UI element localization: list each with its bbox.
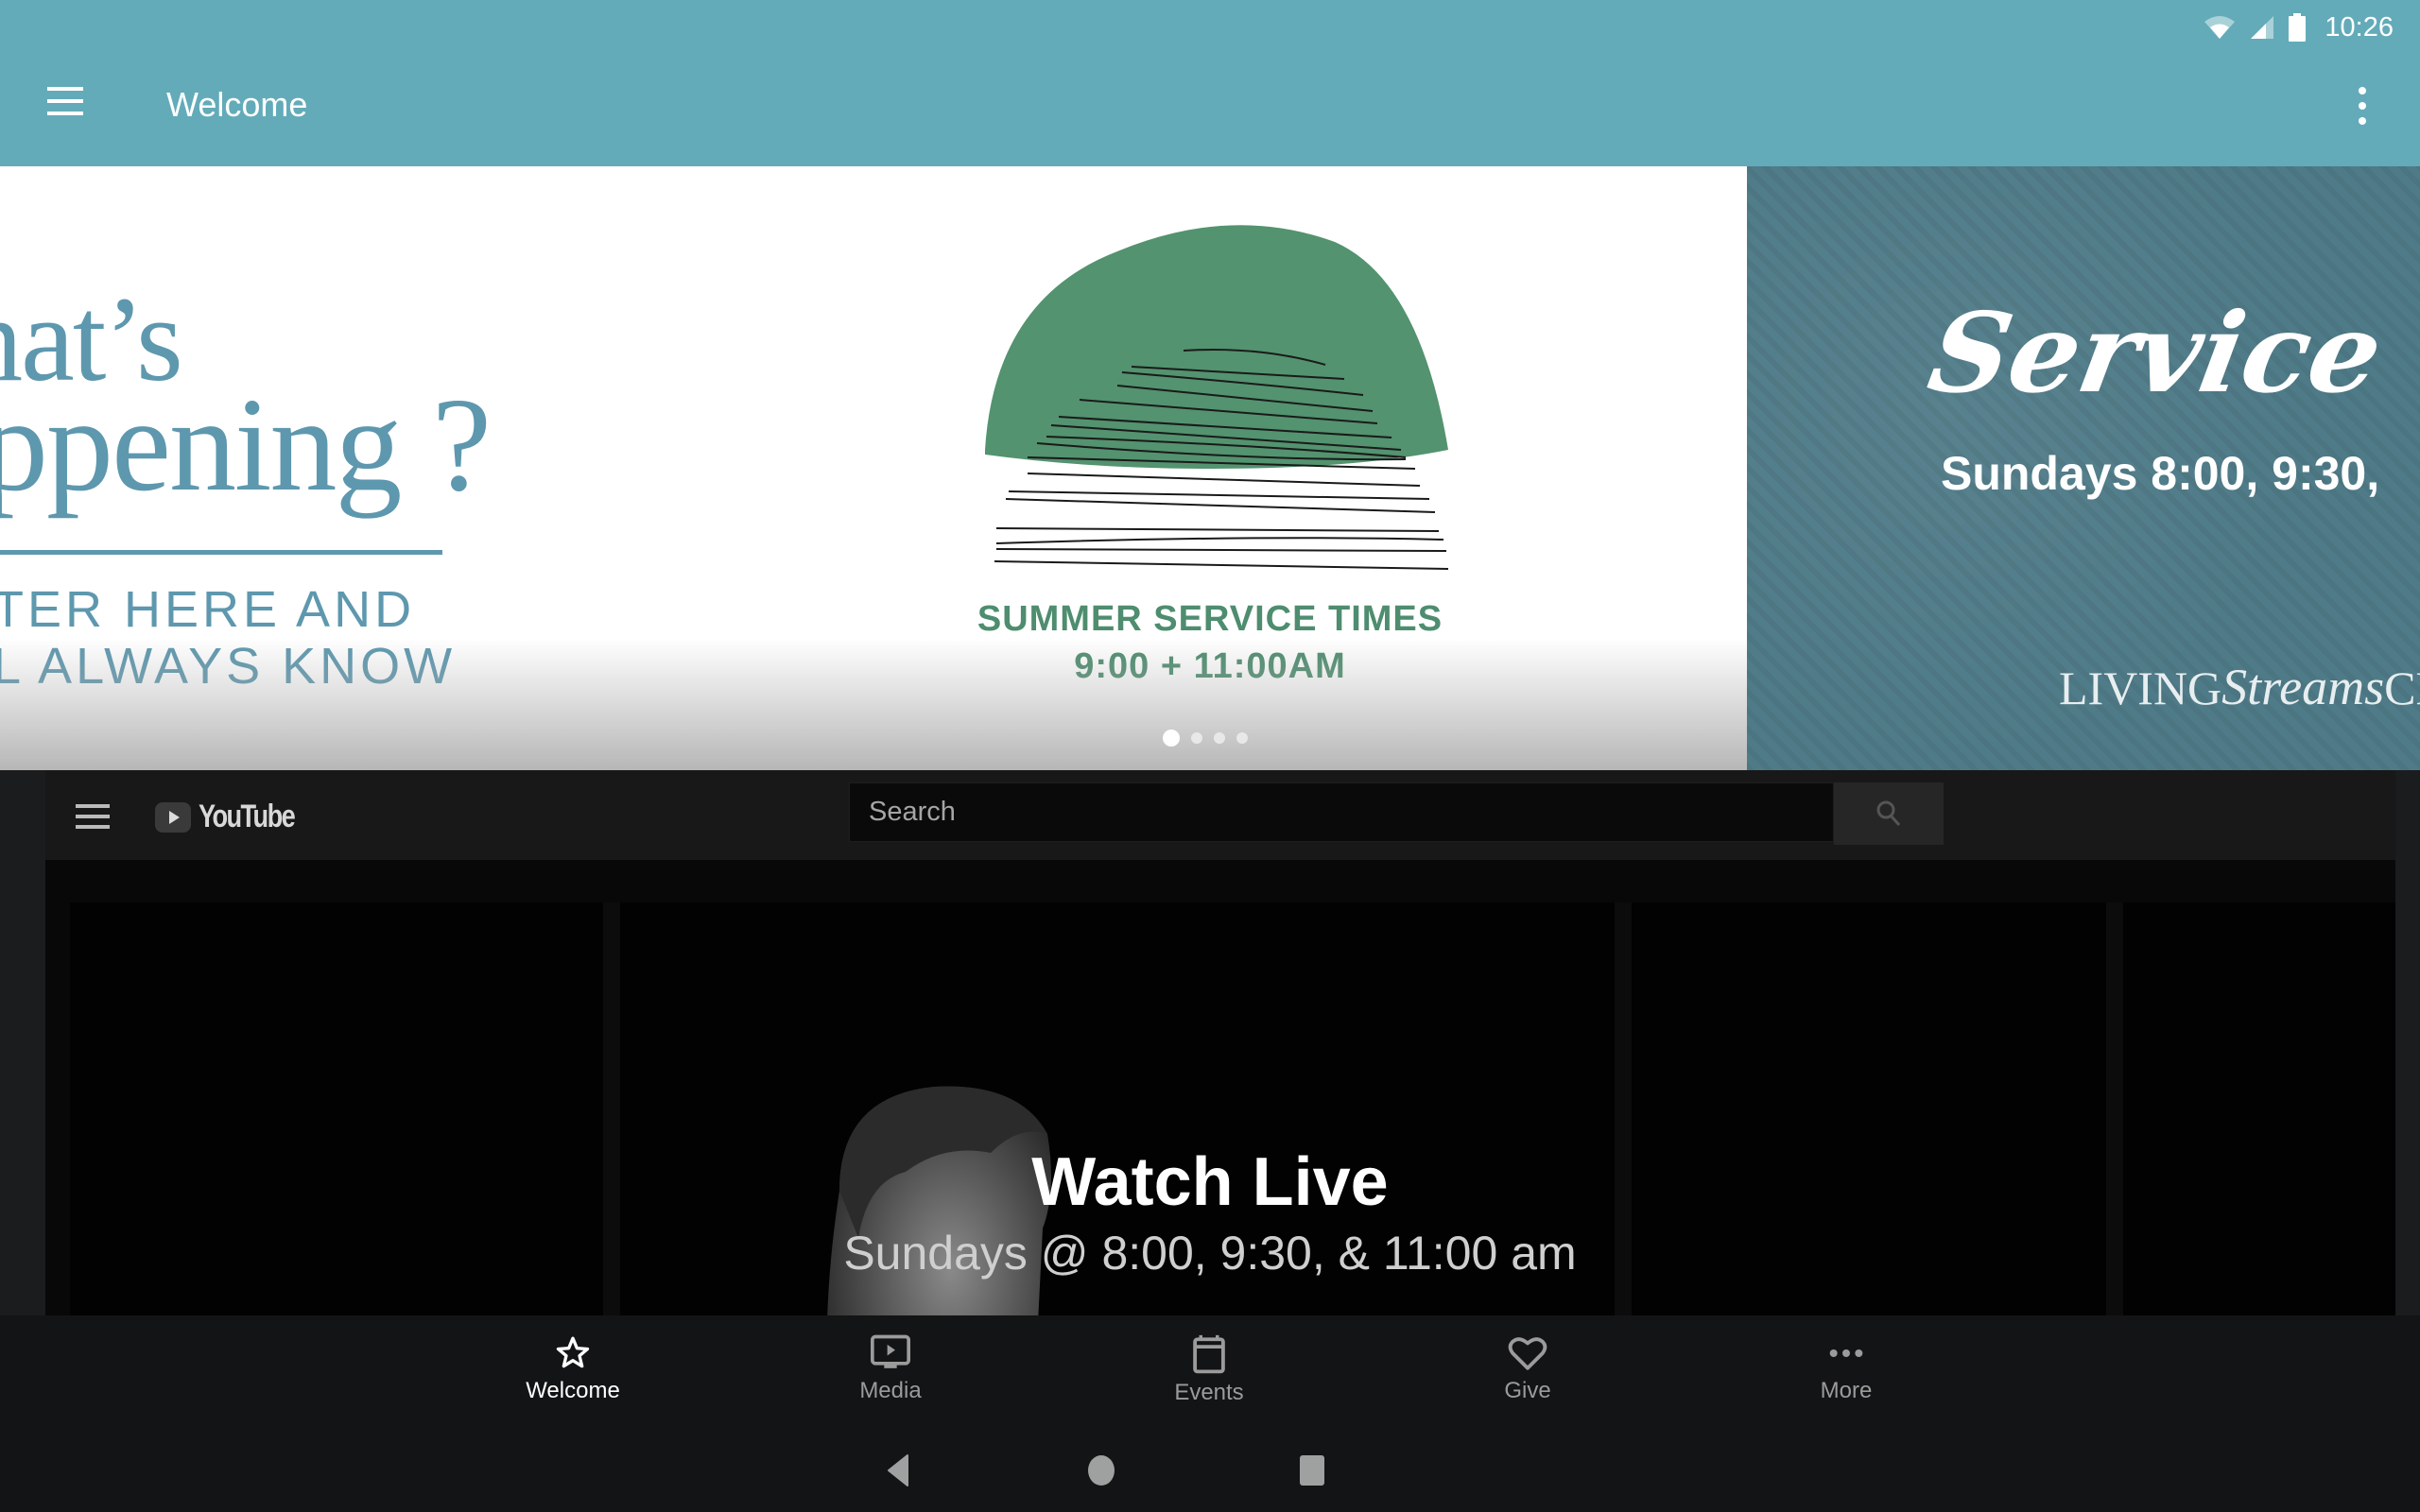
tab-media[interactable]: Media <box>777 1315 1004 1436</box>
carousel-page-indicator <box>1163 730 1248 747</box>
banner-carousel[interactable]: hat’s ppening ? TER HERE AND L ALWAYS KN… <box>0 166 2420 770</box>
youtube-logo[interactable]: YouTube <box>155 799 318 835</box>
tab-label: More <box>1820 1378 1873 1403</box>
tab-label: Give <box>1504 1378 1551 1403</box>
tab-events[interactable]: Events <box>1096 1315 1322 1436</box>
slide-headline-line2: ppening ? <box>0 369 492 519</box>
hamburger-menu-icon[interactable] <box>47 87 85 125</box>
more-horiz-icon <box>1829 1349 1863 1357</box>
tab-give[interactable]: Give <box>1414 1315 1641 1436</box>
calendar-icon <box>1193 1334 1225 1374</box>
logo-prefix: LIVING <box>2059 662 2222 714</box>
wifi-icon <box>2204 16 2236 39</box>
summer-service-heading: SUMMER SERVICE TIMES <box>977 599 1443 639</box>
page-dot-3[interactable] <box>1214 732 1225 744</box>
search-icon <box>1876 800 1901 826</box>
service-times-text: Sundays 8:00, 9:30, <box>1941 447 2380 500</box>
youtube-menu-icon[interactable] <box>76 804 112 829</box>
tab-more[interactable]: More <box>1733 1315 1960 1436</box>
tab-label: Events <box>1174 1380 1244 1405</box>
bottom-navigation: Welcome Media Events Give More <box>0 1315 2420 1436</box>
recents-icon[interactable] <box>1299 1453 1325 1487</box>
battery-icon <box>2289 13 2307 42</box>
church-logo: LIVINGStreamsCHU <box>2059 658 2420 716</box>
back-icon[interactable] <box>887 1453 909 1487</box>
gradient-overlay <box>0 638 1747 770</box>
star-icon <box>556 1336 590 1368</box>
video-subtitle: Sundays @ 8:00, 9:30, & 11:00 am <box>843 1227 1577 1280</box>
carousel-slide-whats-happening[interactable]: hat’s ppening ? TER HERE AND L ALWAYS KN… <box>0 166 1747 770</box>
tab-welcome[interactable]: Welcome <box>459 1315 686 1436</box>
slide-caption-line1: TER HERE AND <box>0 581 416 638</box>
youtube-play-logo-icon <box>155 801 191 833</box>
tab-label: Welcome <box>526 1378 620 1403</box>
page-dot-1[interactable] <box>1163 730 1180 747</box>
logo-script: Streams <box>2221 659 2385 715</box>
video-title: Watch Live <box>1031 1144 1389 1220</box>
status-bar: 10:26 <box>2204 8 2394 47</box>
more-vert-icon[interactable] <box>2350 87 2375 125</box>
home-icon[interactable] <box>1087 1453 1115 1487</box>
page-dot-4[interactable] <box>1236 732 1248 744</box>
app-bar: 10:26 Welcome <box>0 0 2420 166</box>
logo-suffix: CHU <box>2384 662 2420 714</box>
media-play-icon <box>871 1334 910 1368</box>
youtube-search-input[interactable] <box>849 782 1834 842</box>
summer-sun-logo-icon <box>985 225 1449 570</box>
heart-icon <box>1508 1337 1547 1370</box>
youtube-search-button[interactable] <box>1834 782 1944 845</box>
youtube-logo-text: YouTube <box>199 799 296 834</box>
tab-label: Media <box>859 1378 922 1403</box>
cell-signal-icon <box>2251 16 2274 39</box>
carousel-slide-service-times[interactable]: Service T Sundays 8:00, 9:30, LIVINGStre… <box>1747 166 2420 770</box>
youtube-embed[interactable]: YouTube Watch Live Sundays @ 8:00, 9:30,… <box>0 770 2420 1315</box>
clock: 10:26 <box>2325 11 2394 43</box>
page-dot-2[interactable] <box>1191 732 1202 744</box>
system-navigation-bar <box>0 1436 2420 1512</box>
service-script-title: Service T <box>1920 289 2420 418</box>
divider <box>0 550 442 555</box>
page-title: Welcome <box>166 85 308 124</box>
